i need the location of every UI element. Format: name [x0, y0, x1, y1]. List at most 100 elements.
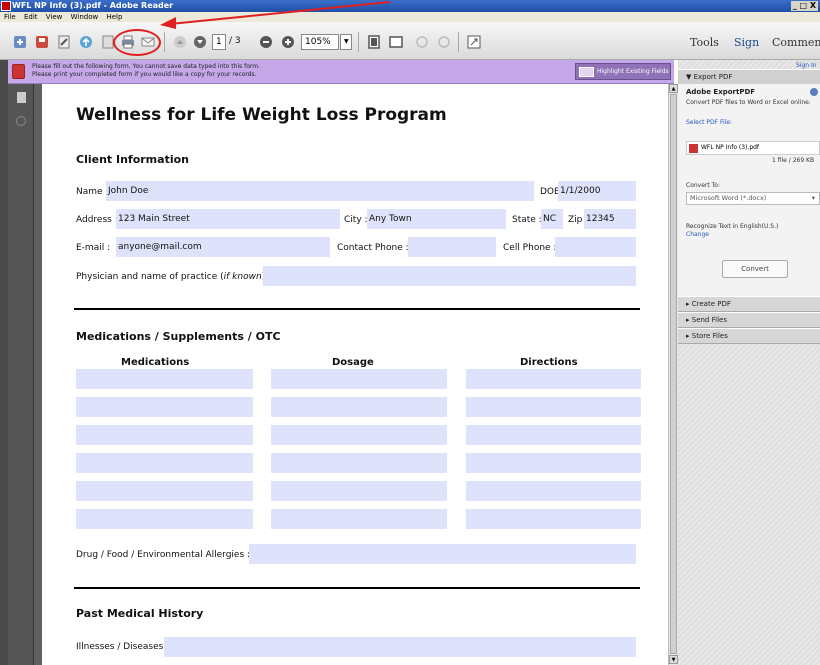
highlight-icon — [579, 67, 594, 77]
illnesses-field[interactable] — [164, 637, 636, 657]
contact-phone-field[interactable] — [408, 237, 496, 257]
rotate-ccw-icon[interactable] — [414, 34, 430, 50]
fit-width-icon[interactable] — [388, 34, 404, 50]
toolbar-separator — [358, 32, 359, 52]
export-pdf-header[interactable]: ▼ Export PDF — [678, 69, 820, 85]
menu-view[interactable]: View — [46, 13, 63, 21]
address-field[interactable]: 123 Main Street — [116, 209, 340, 229]
dosage-field[interactable] — [271, 397, 447, 417]
page-thumbnails-icon[interactable] — [17, 92, 26, 103]
dosage-column-header: Dosage — [332, 357, 374, 368]
email-label: E-mail : — [76, 243, 111, 253]
dob-field[interactable]: 1/1/2000 — [558, 181, 636, 201]
directions-field[interactable] — [466, 453, 641, 473]
export-pdf-section: Adobe ExportPDF Convert PDF files to Wor… — [678, 84, 820, 296]
prev-page-icon[interactable] — [172, 34, 188, 50]
toolbar-separator — [458, 32, 459, 52]
cell-phone-label: Cell Phone : — [503, 243, 557, 253]
notice-line-2: Please print your completed form if you … — [32, 71, 257, 78]
info-icon[interactable] — [810, 88, 818, 96]
read-mode-icon[interactable] — [466, 34, 482, 50]
selected-file[interactable]: WFL NP Info (3).pdf — [686, 141, 820, 155]
tab-comment[interactable]: Comment — [772, 36, 820, 49]
window-title-bar: WFL NP Info (3).pdf - Adobe Reader _ □ X — [0, 0, 820, 12]
physician-label: Physician and name of practice (if known… — [76, 272, 271, 282]
zoom-level-select[interactable]: 105% — [301, 34, 339, 50]
annotation-circle — [113, 29, 161, 56]
directions-field[interactable] — [466, 397, 641, 417]
medication-field[interactable] — [76, 509, 253, 529]
window-controls[interactable]: _ □ X — [790, 1, 818, 11]
city-field[interactable]: Any Town — [367, 209, 506, 229]
upload-icon[interactable] — [78, 34, 94, 50]
directions-field[interactable] — [466, 481, 641, 501]
zoom-in-icon[interactable] — [280, 34, 296, 50]
convert-to-select[interactable]: Microsoft Word (*.docx) ▾ — [686, 192, 820, 205]
page-total: / 3 — [229, 36, 241, 46]
dosage-field[interactable] — [271, 509, 447, 529]
client-info-heading: Client Information — [76, 153, 189, 166]
allergies-field[interactable] — [249, 544, 636, 564]
create-pdf-header[interactable]: ▸ Create PDF — [678, 296, 820, 312]
notice-line-1: Please fill out the following form. You … — [32, 63, 260, 70]
dosage-field[interactable] — [271, 425, 447, 445]
medications-heading: Medications / Supplements / OTC — [76, 330, 281, 343]
zip-field[interactable]: 12345 — [584, 209, 636, 229]
tab-sign[interactable]: Sign — [734, 36, 759, 49]
state-field[interactable]: NC — [541, 209, 563, 229]
address-label: Address : — [76, 215, 118, 225]
dosage-field[interactable] — [271, 369, 447, 389]
section-divider — [74, 308, 640, 310]
dosage-field[interactable] — [271, 481, 447, 501]
menu-edit[interactable]: Edit — [24, 13, 38, 21]
create-pdf-icon[interactable] — [12, 34, 28, 50]
medication-field[interactable] — [76, 481, 253, 501]
chevron-down-icon: ▾ — [811, 194, 815, 202]
zoom-out-icon[interactable] — [258, 34, 274, 50]
physician-field[interactable] — [263, 266, 636, 286]
change-link[interactable]: Change — [686, 231, 709, 238]
state-label: State : — [512, 215, 542, 225]
fit-page-icon[interactable] — [366, 34, 382, 50]
toolbar-separator — [164, 32, 165, 52]
allergies-label: Drug / Food / Environmental Allergies : — [76, 550, 251, 560]
dosage-field[interactable] — [271, 453, 447, 473]
directions-field[interactable] — [466, 369, 641, 389]
menu-window[interactable]: Window — [71, 13, 99, 21]
scrollbar-thumb[interactable] — [670, 94, 677, 654]
scroll-up-icon[interactable]: ▲ — [669, 84, 678, 93]
scroll-down-icon[interactable]: ▼ — [669, 655, 678, 664]
edit-icon[interactable] — [56, 34, 72, 50]
convert-button[interactable]: Convert — [722, 260, 788, 278]
page-number-input[interactable]: 1 — [212, 34, 226, 50]
directions-field[interactable] — [466, 509, 641, 529]
highlight-fields-button[interactable]: Highlight Existing Fields — [575, 63, 671, 80]
send-files-header[interactable]: ▸ Send Files — [678, 312, 820, 328]
medication-field[interactable] — [76, 425, 253, 445]
left-frame — [0, 60, 8, 665]
next-page-icon[interactable] — [192, 34, 208, 50]
medical-history-heading: Past Medical History — [76, 607, 204, 620]
sign-in-link[interactable]: Sign In — [796, 62, 817, 69]
export-description: Convert PDF files to Word or Excel onlin… — [686, 99, 811, 106]
file-count: 1 file / 269 KB — [772, 157, 815, 164]
attachments-icon[interactable] — [16, 116, 26, 126]
cell-phone-field[interactable] — [555, 237, 636, 257]
annotation-arrow — [160, 1, 391, 29]
illnesses-label: Illnesses / Diseases : — [76, 642, 170, 652]
pdf-file-icon — [689, 144, 698, 153]
medication-field[interactable] — [76, 369, 253, 389]
medication-field[interactable] — [76, 453, 253, 473]
save-icon[interactable] — [34, 34, 50, 50]
chevron-down-icon[interactable]: ▼ — [340, 34, 352, 50]
medication-field[interactable] — [76, 397, 253, 417]
directions-field[interactable] — [466, 425, 641, 445]
menu-help[interactable]: Help — [106, 13, 122, 21]
email-field[interactable]: anyone@mail.com — [116, 237, 330, 257]
tab-tools[interactable]: Tools — [690, 36, 719, 49]
name-field[interactable]: John Doe — [106, 181, 534, 201]
vertical-scrollbar[interactable]: ▲ ▼ — [668, 84, 678, 665]
rotate-cw-icon[interactable] — [436, 34, 452, 50]
store-files-header[interactable]: ▸ Store Files — [678, 328, 820, 344]
menu-file[interactable]: File — [4, 13, 16, 21]
